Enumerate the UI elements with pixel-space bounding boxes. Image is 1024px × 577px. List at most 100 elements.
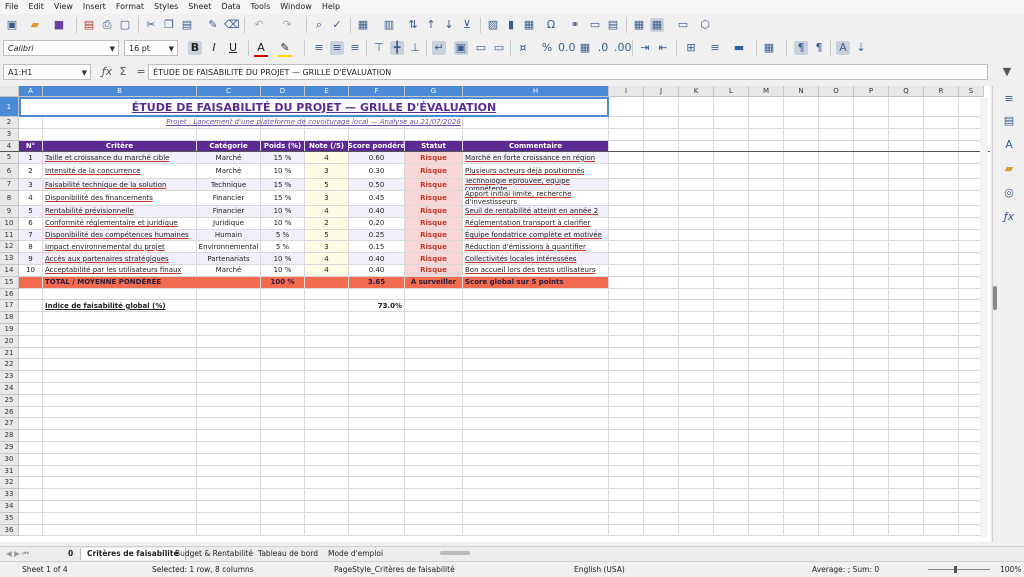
grid-cell[interactable] [197,128,261,141]
chevron-down-icon[interactable]: ▼ [169,41,174,57]
grid-cell[interactable] [749,394,784,407]
grid-cell[interactable] [463,418,609,431]
grid-cell[interactable] [197,324,261,336]
grid-cell[interactable] [679,300,714,313]
grid-cell[interactable] [19,300,43,313]
column-header-g[interactable]: G [405,86,463,97]
grid-cell[interactable] [924,265,959,277]
grid-cell[interactable] [609,265,644,277]
table-cell[interactable]: 5 [19,206,43,218]
grid-cell[interactable] [714,359,749,372]
grid-cell[interactable] [679,312,714,324]
table-cell[interactable]: 0.50 [349,179,405,191]
grid-cell[interactable] [889,347,924,360]
column-header-j[interactable]: J [644,86,679,97]
grid-cell[interactable] [819,324,854,336]
grid-cell[interactable] [749,152,784,165]
row-header[interactable]: 10 [0,217,19,230]
grid-cell[interactable] [749,128,784,141]
menu-icon[interactable]: ≡ [1002,92,1016,106]
table-cell[interactable]: Environnemental [197,241,261,254]
grid-cell[interactable] [644,206,679,218]
grid-cell[interactable] [854,312,889,324]
border-style-icon[interactable]: ≡ [708,41,722,55]
grid-cell[interactable] [261,128,305,141]
tab-criteres[interactable]: Critères de faisabilité [80,548,186,560]
grid-cell[interactable] [749,465,784,478]
grid-cell[interactable] [19,465,43,478]
grid-cell[interactable] [819,152,854,165]
grid-cell[interactable] [819,512,854,525]
grid-cell[interactable] [924,300,959,313]
grid-cell[interactable] [305,477,349,490]
menu-item-insert[interactable]: Insert [78,0,111,12]
sheet-subtitle[interactable]: Projet : Lancement d'une plateforme de c… [19,117,609,129]
insert-image-icon[interactable]: ▨ [486,18,500,32]
grid-cell[interactable] [405,489,463,501]
grid-cell[interactable] [609,465,644,478]
grid-cell[interactable] [714,371,749,383]
grid-cell[interactable] [749,430,784,442]
tab-tableau[interactable]: Tableau de bord [258,548,318,560]
grid-cell[interactable] [889,312,924,324]
grid-cell[interactable] [644,117,679,129]
grid-cell[interactable] [644,371,679,383]
align-bottom-icon[interactable]: ⊥ [408,41,422,55]
row-header[interactable]: 33 [0,489,19,501]
grid-cell[interactable] [349,465,405,478]
grid-cell[interactable] [349,288,405,301]
table-cell[interactable]: Risque [405,206,463,218]
table-cell[interactable]: 3 [305,191,349,206]
grid-cell[interactable] [854,477,889,490]
font-color-icon[interactable]: A [254,41,268,57]
table-cell[interactable]: 10 % [261,206,305,218]
grid-cell[interactable] [924,359,959,372]
grid-cell[interactable] [609,406,644,419]
italic-icon[interactable]: I [207,41,221,55]
grid-cell[interactable] [749,217,784,230]
grid-cell[interactable] [749,276,784,289]
find-replace-icon[interactable]: ⌕ [312,18,326,32]
grid-cell[interactable] [261,300,305,313]
row-header[interactable]: 11 [0,229,19,242]
grid-cell[interactable] [609,229,644,242]
table-cell[interactable]: 0.30 [349,164,405,180]
column-icon[interactable]: ▥ [382,18,396,32]
column-header-b[interactable]: B [43,86,197,97]
table-cell[interactable]: 9 [19,253,43,265]
grid-cell[interactable] [644,465,679,478]
align-left-icon[interactable]: ≡ [312,41,326,55]
grid-cell[interactable] [749,265,784,277]
grid-cell[interactable] [679,206,714,218]
grid-cell[interactable] [854,324,889,336]
table-cell[interactable]: Marché [197,265,261,277]
grid-cell[interactable] [749,253,784,265]
grid-cell[interactable] [644,489,679,501]
grid-cell[interactable] [889,265,924,277]
menu-item-edit[interactable]: Edit [23,0,49,12]
grid-cell[interactable] [644,217,679,230]
grid-cell[interactable] [784,477,819,490]
clone-formatting-icon[interactable]: ✎ [206,18,220,32]
bold-icon[interactable]: B [188,41,202,55]
grid-cell[interactable] [889,430,924,442]
table-cell[interactable]: 5 % [261,241,305,254]
grid-cell[interactable] [609,442,644,454]
table-cell[interactable]: 2 [19,164,43,180]
grid-cell[interactable] [714,347,749,360]
table-cell[interactable]: Risque [405,229,463,242]
grid-cell[interactable] [889,383,924,395]
grid-cell[interactable] [305,312,349,324]
grid-cell[interactable] [261,394,305,407]
grid-cell[interactable] [19,324,43,336]
row-header[interactable]: 28 [0,430,19,442]
grid-cell[interactable] [197,312,261,324]
grid-cell[interactable] [854,152,889,165]
grid-cell[interactable] [405,406,463,419]
grid-cell[interactable] [349,430,405,442]
table-cell[interactable]: 0.15 [349,241,405,254]
grid-cell[interactable] [819,406,854,419]
grid-cell[interactable] [43,477,197,490]
grid-cell[interactable] [714,164,749,180]
pivot-table-icon[interactable]: ▦ [522,18,536,32]
